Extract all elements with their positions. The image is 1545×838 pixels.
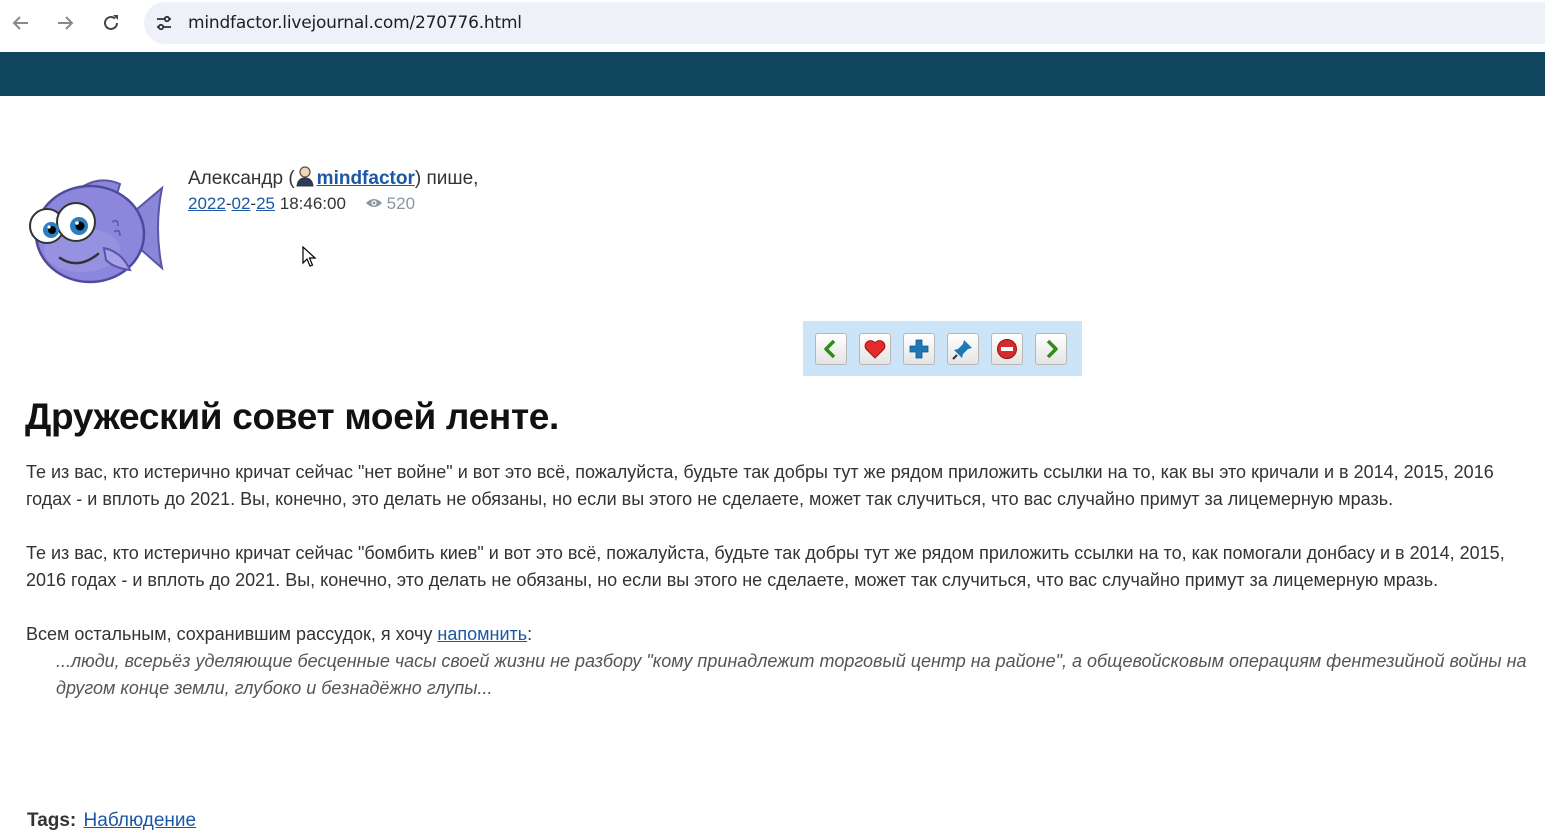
date-year-link[interactable]: 2022 <box>188 194 226 213</box>
post-paragraph: Те из вас, кто истерично кричат сейчас "… <box>26 543 1505 590</box>
tags-line: Tags: Наблюдение <box>27 810 196 832</box>
add-friend-button[interactable] <box>903 332 935 365</box>
prev-entry-button[interactable] <box>815 332 847 365</box>
author-name: Александр ( <box>188 168 295 189</box>
username-link[interactable]: mindfactor <box>317 168 415 189</box>
url-text[interactable]: mindfactor.livejournal.com/270776.html <box>188 13 522 33</box>
pin-icon <box>952 339 972 360</box>
arrow-right-icon <box>1046 339 1058 358</box>
mouse-cursor-icon <box>302 246 317 267</box>
address-bar[interactable]: mindfactor.livejournal.com/270776.html <box>144 2 1545 44</box>
back-button[interactable] <box>6 8 36 38</box>
remind-link[interactable]: напомнить <box>437 624 527 644</box>
post-dateline: 2022-02-25 18:46:00 520 <box>188 194 416 213</box>
stop-icon <box>997 338 1017 359</box>
tags-label: Tags: <box>27 810 77 831</box>
heart-icon <box>864 339 886 359</box>
track-entry-button[interactable] <box>947 332 979 365</box>
plus-icon <box>909 339 929 358</box>
paragraph-text: Всем остальным, сохранившим рассудок, я … <box>26 624 438 644</box>
view-count: 520 <box>365 194 415 213</box>
date-month-link[interactable]: 02 <box>232 194 251 213</box>
entry-toolbar <box>803 321 1082 376</box>
reload-button[interactable] <box>96 8 126 38</box>
view-count-value: 520 <box>386 194 416 213</box>
paragraph-text: : <box>527 624 533 644</box>
arrow-left-icon <box>12 16 28 30</box>
eye-icon <box>365 199 382 207</box>
forward-button[interactable] <box>50 8 80 38</box>
post-title: Дружеский совет моей ленте. <box>25 396 560 437</box>
post-time: 18:46:00 <box>279 194 346 213</box>
post-byline: Александр ( mindfactor) пише, <box>188 165 478 193</box>
arrow-right-icon <box>58 16 74 30</box>
post-body: Те из вас, кто истерично кричат сейчас "… <box>26 459 1531 702</box>
user-icon[interactable] <box>295 165 315 187</box>
avatar <box>22 170 168 288</box>
date-day-link[interactable]: 25 <box>256 194 275 213</box>
flag-entry-button[interactable] <box>991 332 1023 365</box>
site-header-bar <box>0 52 1545 96</box>
tag-link[interactable]: Наблюдение <box>84 810 197 831</box>
next-entry-button[interactable] <box>1035 332 1067 365</box>
writes-label: ) пише, <box>414 168 479 189</box>
quote-block: ...люди, всерьёз уделяющие бесценные час… <box>56 651 1527 698</box>
browser-toolbar: mindfactor.livejournal.com/270776.html <box>0 0 1545 46</box>
site-settings-icon[interactable] <box>153 12 175 34</box>
reload-icon <box>104 15 118 30</box>
post-paragraph: Всем остальным, сохранившим рассудок, я … <box>26 621 1531 648</box>
add-to-memories-button[interactable] <box>859 332 891 365</box>
post-paragraph: Те из вас, кто истерично кричат сейчас "… <box>26 462 1494 509</box>
arrow-left-icon <box>824 339 836 358</box>
